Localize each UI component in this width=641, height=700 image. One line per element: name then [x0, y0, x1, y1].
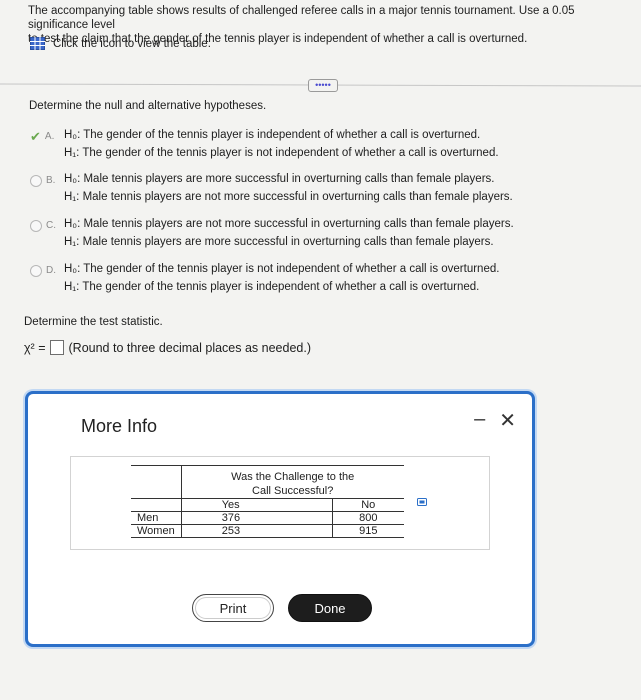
hypotheses-prompt: Determine the null and alternative hypot…: [29, 100, 267, 112]
option-a-h0: H₀: The gender of the tennis player is i…: [64, 129, 481, 141]
minimize-icon[interactable]: –: [474, 408, 485, 433]
option-d-h0: H₀: The gender of the tennis player is n…: [64, 263, 500, 275]
cell-women-yes: 253: [181, 524, 333, 538]
row-label-men: Men: [131, 511, 182, 525]
done-button[interactable]: Done: [288, 594, 372, 622]
more-info-dialog: More Info – ✕ Was the Challenge to the C…: [25, 391, 535, 647]
chi-square-label: χ² =: [24, 340, 46, 355]
col-header-yes: Yes: [181, 498, 333, 512]
rounding-hint: (Round to three decimal places as needed…: [68, 340, 312, 355]
chi-square-input[interactable]: [49, 340, 64, 355]
cell-men-yes: 376: [181, 511, 333, 525]
option-a-letter: A.: [44, 131, 55, 142]
cell-women-no: 915: [359, 525, 378, 537]
table-row: Women 253 915: [131, 524, 404, 538]
table-header-line-2: Call Successful?: [252, 485, 334, 497]
dialog-title: More Info: [81, 416, 158, 436]
view-table-label[interactable]: Click the icon to view the table.: [53, 38, 211, 50]
view-table-link[interactable]: Click the icon to view the table.: [30, 37, 211, 50]
table-icon[interactable]: [30, 37, 45, 50]
option-b-h0: H₀: Male tennis players are more success…: [64, 173, 495, 185]
option-d-h1: H₁: The gender of the tennis player is i…: [64, 281, 480, 293]
checkmark-icon: ✔: [30, 129, 41, 144]
option-d[interactable]: D. H₀: The gender of the tennis player i…: [30, 260, 499, 296]
col-header-no: No: [361, 499, 376, 511]
data-table: Was the Challenge to the Call Successful…: [131, 465, 404, 538]
option-c-h0: H₀: Male tennis players are not more suc…: [64, 218, 514, 230]
option-d-letter: D.: [46, 265, 56, 276]
table-header-line-1: Was the Challenge to the: [231, 471, 355, 483]
option-c-letter: C.: [46, 220, 56, 231]
option-a-h1: H₁: The gender of the tennis player is n…: [64, 147, 499, 159]
copy-icon[interactable]: [417, 498, 427, 506]
radio-b[interactable]: [30, 175, 42, 187]
option-c[interactable]: C. H₀: Male tennis players are not more …: [30, 215, 514, 251]
radio-d[interactable]: [30, 265, 42, 277]
radio-c[interactable]: [30, 220, 42, 232]
expand-more-button[interactable]: •••••: [308, 79, 338, 92]
test-statistic-row: χ² = (Round to three decimal places as n…: [24, 340, 311, 355]
option-a[interactable]: ✔ A. H₀: The gender of the tennis player …: [30, 126, 499, 162]
print-button[interactable]: Print: [192, 594, 274, 622]
table-row: Men 376 800: [131, 511, 404, 525]
cell-men-no: 800: [359, 512, 378, 524]
test-statistic-prompt: Determine the test statistic.: [24, 316, 163, 328]
question-line-1: The accompanying table shows results of …: [28, 5, 575, 31]
table-panel: Was the Challenge to the Call Successful…: [70, 456, 490, 550]
option-b-h1: H₁: Male tennis players are not more suc…: [64, 191, 513, 203]
row-label-women: Women: [131, 524, 182, 538]
close-icon[interactable]: ✕: [499, 408, 516, 433]
option-c-h1: H₁: Male tennis players are more success…: [64, 236, 494, 248]
option-b[interactable]: B. H₀: Male tennis players are more succ…: [30, 170, 513, 206]
option-b-letter: B.: [46, 175, 56, 186]
